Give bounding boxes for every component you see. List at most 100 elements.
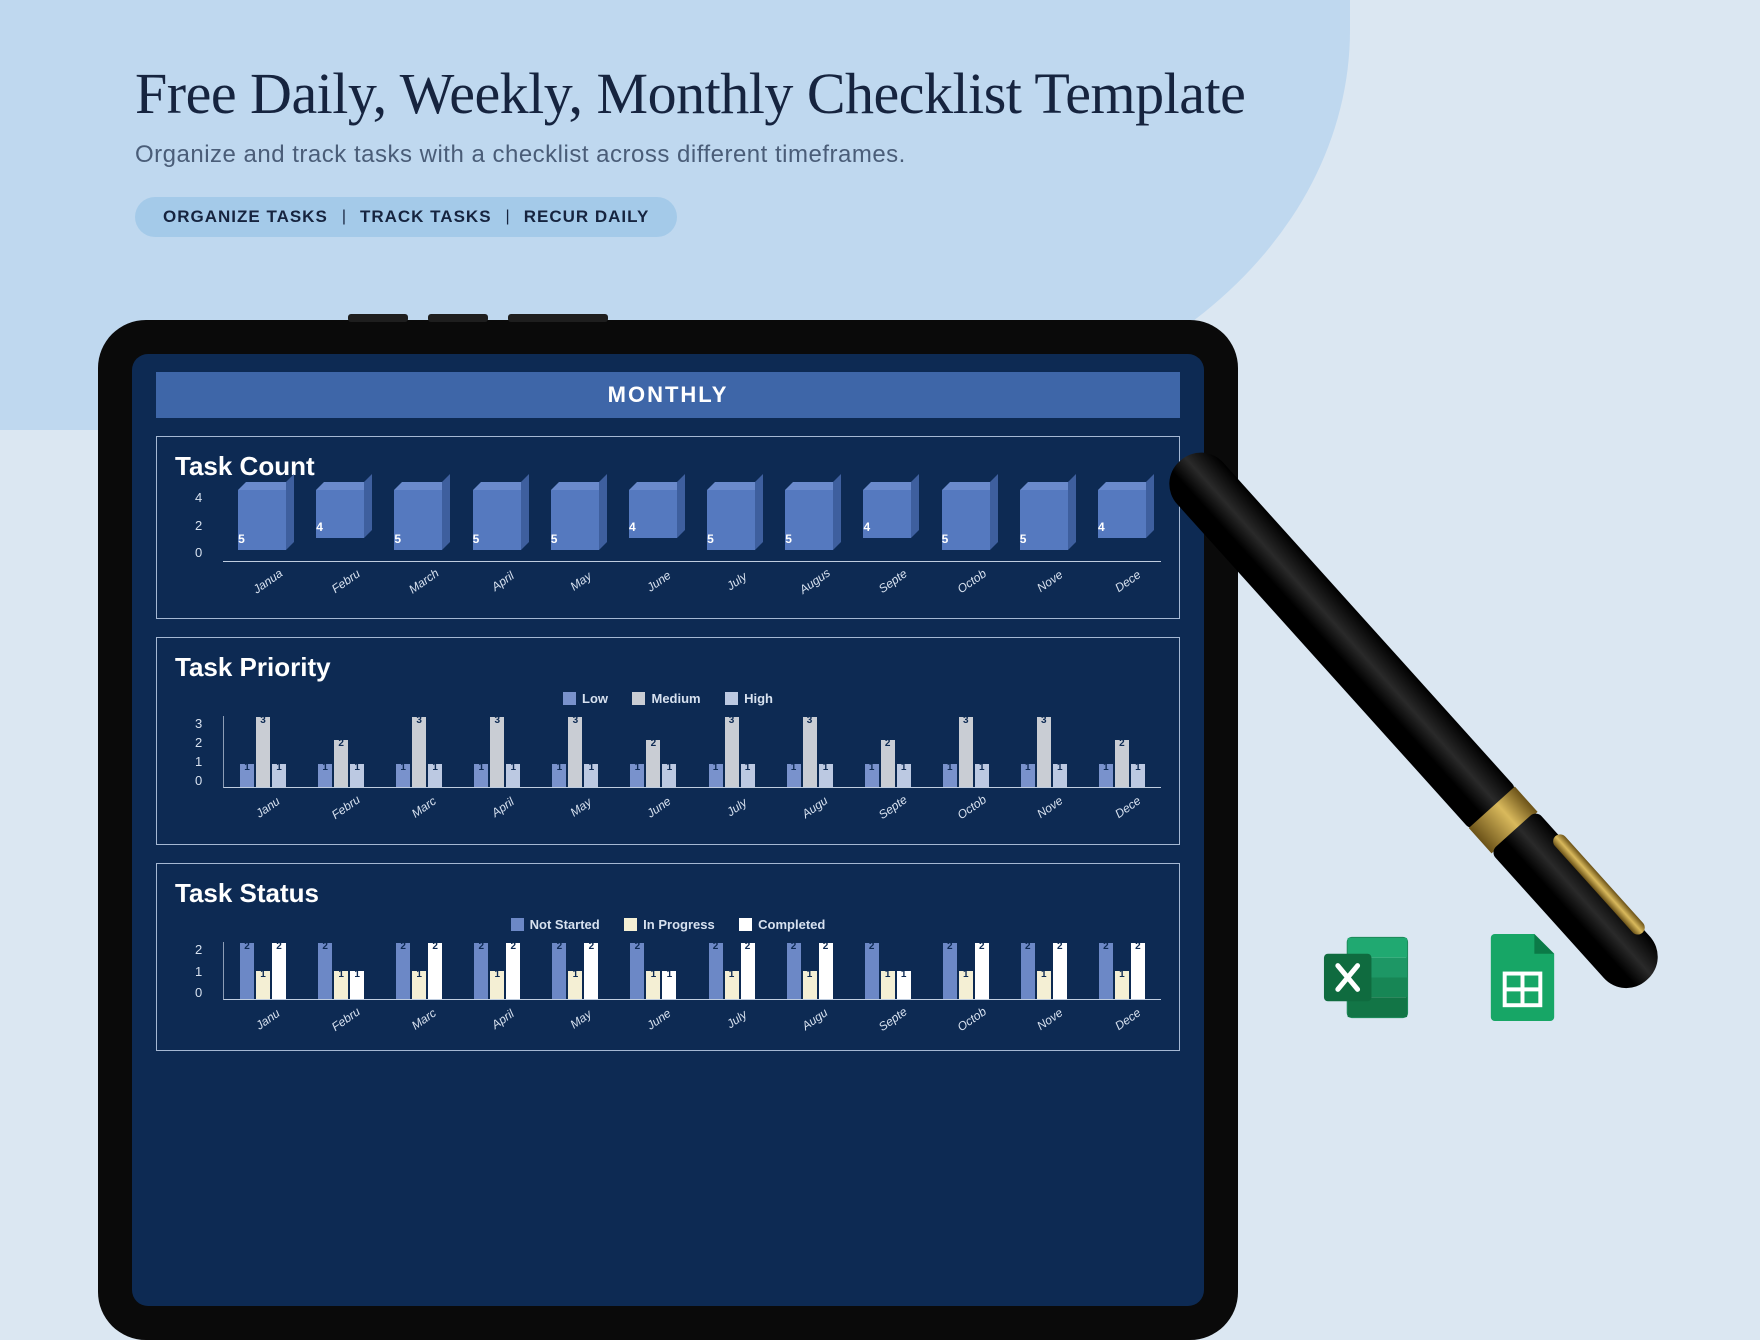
priority-bar: 3 [959,717,973,787]
status-bar: 1 [881,971,895,999]
status-bar: 2 [1021,943,1035,999]
y-tick: 1 [195,964,202,979]
bar-group: 212 [1083,942,1161,999]
status-bar: 2 [741,943,755,999]
legend-item: In Progress [624,917,715,932]
priority-bar: 1 [552,764,566,787]
bar-value-label: 4 [629,520,636,534]
status-bar: 2 [1053,943,1067,999]
priority-bar: 1 [1021,764,1035,787]
tag-pill: TRACK TASKS [360,207,492,227]
y-tick: 2 [195,735,202,750]
legend-item: Low [563,691,608,706]
priority-bar: 1 [272,764,286,787]
bar-value-label: 5 [707,532,714,546]
bar-value-label: 1 [557,762,563,773]
status-bar: 2 [318,943,332,999]
priority-bar: 1 [943,764,957,787]
bar-value-label: 1 [745,762,751,773]
excel-icon [1320,930,1415,1025]
bar-value-label: 1 [667,762,673,773]
bar-value-label: 3 [729,715,735,726]
bar-value-label: 1 [807,969,813,980]
bar-group: 131 [927,716,1005,787]
bar-value-label: 5 [551,532,558,546]
priority-bar: 3 [490,717,504,787]
bar-value-label: 1 [823,762,829,773]
y-axis: 3 2 1 0 [195,716,202,788]
priority-bar: 3 [725,717,739,787]
bar-value-label: 1 [510,762,516,773]
bar-group: 131 [458,716,536,787]
tag-pill-group: ORGANIZE TASKS | TRACK TASKS | RECUR DAI… [135,197,677,237]
bar-group: 131 [771,716,849,787]
task-count-bar: 5 [707,490,755,550]
bar-group: 211 [302,942,380,999]
status-bar: 1 [1115,971,1129,999]
bar-group: 131 [380,716,458,787]
status-bar: 2 [552,943,566,999]
bar-value-label: 2 [432,941,438,952]
y-tick: 1 [195,754,202,769]
bar-value-label: 1 [963,969,969,980]
bar-group: 131 [692,716,770,787]
bar-slot: 5 [692,490,770,561]
priority-bar: 2 [881,740,895,787]
status-bar: 2 [630,943,644,999]
priority-bar: 1 [240,764,254,787]
bar-group: 212 [536,942,614,999]
priority-bar: 1 [1099,764,1113,787]
status-bar: 1 [959,971,973,999]
google-sheets-icon [1475,930,1570,1025]
task-count-bar: 5 [473,490,521,550]
bar-value-label: 2 [276,941,282,952]
task-status-title: Task Status [175,878,1161,909]
task-priority-panel: Task Priority Low Medium High 3 2 1 0 13… [156,637,1180,845]
priority-bar: 1 [1131,764,1145,787]
bar-value-label: 2 [979,941,985,952]
priority-bar: 1 [819,764,833,787]
legend-item: Completed [739,917,825,932]
bar-value-label: 2 [823,941,829,952]
status-legend: Not Started In Progress Completed [175,917,1161,936]
bar-group: 131 [224,716,302,787]
priority-bar: 3 [412,717,426,787]
bar-value-label: 1 [901,762,907,773]
page-subtitle: Organize and track tasks with a checklis… [135,141,1535,169]
task-count-bar: 5 [551,490,599,550]
bar-value-label: 1 [635,762,641,773]
status-bar: 1 [350,971,364,999]
y-tick: 0 [195,985,202,1000]
status-bar: 2 [1131,943,1145,999]
status-bar: 1 [803,971,817,999]
priority-bar: 2 [1115,740,1129,787]
priority-bar: 1 [787,764,801,787]
task-status-chart: 2 1 0 2122112122122122112122122112122122… [203,942,1161,1032]
bar-slot: 4 [614,490,692,561]
bar-value-label: 1 [1057,762,1063,773]
bar-value-label: 2 [947,941,953,952]
tag-pill: ORGANIZE TASKS [163,207,328,227]
task-count-bar: 5 [942,490,990,550]
priority-bar: 1 [318,764,332,787]
bar-slot: 5 [223,490,301,561]
bar-group: 212 [224,942,302,999]
bar-value-label: 2 [869,941,875,952]
bar-slot: 5 [379,490,457,561]
bar-value-label: 1 [1041,969,1047,980]
legend-item: Medium [632,691,700,706]
bar-slot: 5 [458,490,536,561]
status-bar: 2 [1099,943,1113,999]
status-bar: 1 [662,971,676,999]
priority-legend: Low Medium High [175,691,1161,710]
task-count-bar: 5 [785,490,833,550]
bar-value-label: 2 [1057,941,1063,952]
bar-value-label: 1 [276,762,282,773]
priority-bar: 1 [584,764,598,787]
bar-value-label: 1 [400,762,406,773]
status-bar: 1 [568,971,582,999]
bar-value-label: 2 [478,941,484,952]
status-bar: 1 [897,971,911,999]
status-bar: 2 [975,943,989,999]
task-count-title: Task Count [175,451,1161,482]
